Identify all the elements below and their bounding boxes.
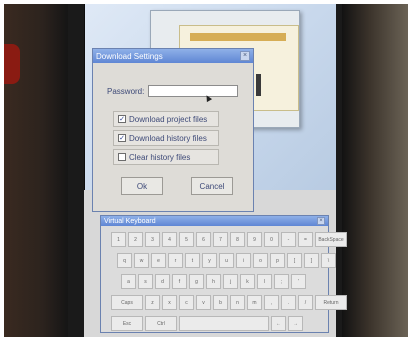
checkbox-unchecked-icon[interactable]	[118, 153, 126, 161]
keyboard-key[interactable]: ;	[274, 274, 289, 289]
checkbox-checked-icon[interactable]: ✓	[118, 134, 126, 142]
background-panel-header	[190, 33, 286, 41]
keyboard-key[interactable]: q	[117, 253, 132, 268]
keyboard-key[interactable]: g	[189, 274, 204, 289]
keyboard-key[interactable]: f	[172, 274, 187, 289]
option-label: Clear history files	[129, 152, 191, 162]
keyboard-key[interactable]: ,	[264, 295, 279, 310]
monitor-bezel-right	[342, 4, 408, 337]
keyboard-key[interactable]: 7	[213, 232, 228, 247]
keyboard-key[interactable]: b	[213, 295, 228, 310]
keyboard-key[interactable]: n	[230, 295, 245, 310]
keyboard-key[interactable]: i	[236, 253, 251, 268]
keyboard-key[interactable]: 8	[230, 232, 245, 247]
keyboard-key[interactable]: 3	[145, 232, 160, 247]
password-field[interactable]	[148, 85, 239, 97]
keyboard-key[interactable]: ←	[271, 316, 286, 331]
keyboard-key[interactable]: 2	[128, 232, 143, 247]
keyboard-key[interactable]: e	[151, 253, 166, 268]
keyboard-title: Virtual Keyboard	[104, 217, 156, 225]
option-clear-history-files[interactable]: Clear history files	[113, 149, 219, 165]
keyboard-key[interactable]: Esc	[111, 316, 143, 331]
background-bar	[256, 74, 261, 96]
keyboard-key[interactable]: c	[179, 295, 194, 310]
keyboard-key[interactable]	[179, 316, 269, 331]
keyboard-key[interactable]: h	[206, 274, 221, 289]
password-row: Password:	[107, 85, 239, 97]
option-label: Download history files	[129, 133, 207, 143]
keyboard-key[interactable]: ]	[304, 253, 319, 268]
keyboard-row: q w e r t y u i o p[] \	[111, 252, 336, 269]
keyboard-key[interactable]: t	[185, 253, 200, 268]
keyboard-row: Caps z x c v b n m,. / Return	[111, 294, 347, 311]
keyboard-key[interactable]: x	[162, 295, 177, 310]
ok-button[interactable]: Ok	[121, 177, 163, 195]
option-download-history-files[interactable]: ✓ Download history files	[113, 130, 219, 146]
options-group: ✓ Download project files ✓ Download hist…	[113, 111, 219, 168]
keyboard-key[interactable]: Return	[315, 295, 347, 310]
keyboard-key[interactable]: 0	[264, 232, 279, 247]
dialog-close-button[interactable]: ×	[240, 51, 250, 61]
keyboard-key[interactable]: r	[168, 253, 183, 268]
checkbox-checked-icon[interactable]: ✓	[118, 115, 126, 123]
monitor-bezel-left	[4, 4, 68, 337]
keyboard-key[interactable]: .	[281, 295, 296, 310]
keyboard-key[interactable]: o	[253, 253, 268, 268]
option-label: Download project files	[129, 114, 208, 124]
dialog-title: Download Settings	[96, 51, 163, 61]
keyboard-key[interactable]: 4	[162, 232, 177, 247]
keyboard-close-button[interactable]: ×	[317, 217, 325, 225]
keyboard-key[interactable]: 9	[247, 232, 262, 247]
keyboard-key[interactable]: a	[121, 274, 136, 289]
dialog-titlebar[interactable]: Download Settings ×	[93, 49, 253, 63]
keyboard-titlebar[interactable]: Virtual Keyboard ×	[101, 216, 328, 226]
keyboard-key[interactable]: BackSpace	[315, 232, 347, 247]
keyboard-key[interactable]: 1	[111, 232, 126, 247]
keyboard-key[interactable]: z	[145, 295, 160, 310]
download-settings-dialog: Download Settings × Password: ✓ Download…	[92, 48, 254, 212]
keyboard-key[interactable]: Caps	[111, 295, 143, 310]
keyboard-key[interactable]: [	[287, 253, 302, 268]
keyboard-key[interactable]: w	[134, 253, 149, 268]
option-download-project-files[interactable]: ✓ Download project files	[113, 111, 219, 127]
keyboard-key[interactable]: 6	[196, 232, 211, 247]
keyboard-row: Esc Ctrl ← →	[111, 315, 324, 332]
keyboard-key[interactable]: d	[155, 274, 170, 289]
keyboard-key[interactable]: j	[223, 274, 238, 289]
keyboard-key[interactable]: -	[281, 232, 296, 247]
keyboard-key[interactable]: =	[298, 232, 313, 247]
keyboard-key[interactable]: p	[270, 253, 285, 268]
keyboard-key[interactable]: y	[202, 253, 217, 268]
password-label: Password:	[107, 86, 145, 96]
keyboard-key[interactable]: 5	[179, 232, 194, 247]
keyboard-key[interactable]: m	[247, 295, 262, 310]
keyboard-key[interactable]: l	[257, 274, 272, 289]
keyboard-row: 1 2 3 4 5 6 7 8 9 0- = BackSpace	[111, 231, 347, 248]
keyboard-key[interactable]: s	[138, 274, 153, 289]
keyboard-key[interactable]: v	[196, 295, 211, 310]
cancel-button[interactable]: Cancel	[191, 177, 233, 195]
keyboard-key[interactable]: '	[291, 274, 306, 289]
virtual-keyboard: Virtual Keyboard × 1 2 3 4 5 6 7 8 9 0- = BackSpace…	[100, 215, 347, 333]
keyboard-key[interactable]: /	[298, 295, 313, 310]
keyboard-key[interactable]: Ctrl	[145, 316, 177, 331]
keyboard-row: a s d f g h j k l; '	[111, 273, 324, 290]
keyboard-key[interactable]: →	[288, 316, 303, 331]
keyboard-keys: 1 2 3 4 5 6 7 8 9 0- = BackSpace q w e r t y u i o p[] \ a s d f g h…	[101, 226, 347, 332]
keyboard-key[interactable]: k	[240, 274, 255, 289]
keyboard-key[interactable]: u	[219, 253, 234, 268]
keyboard-key[interactable]: \	[321, 253, 336, 268]
